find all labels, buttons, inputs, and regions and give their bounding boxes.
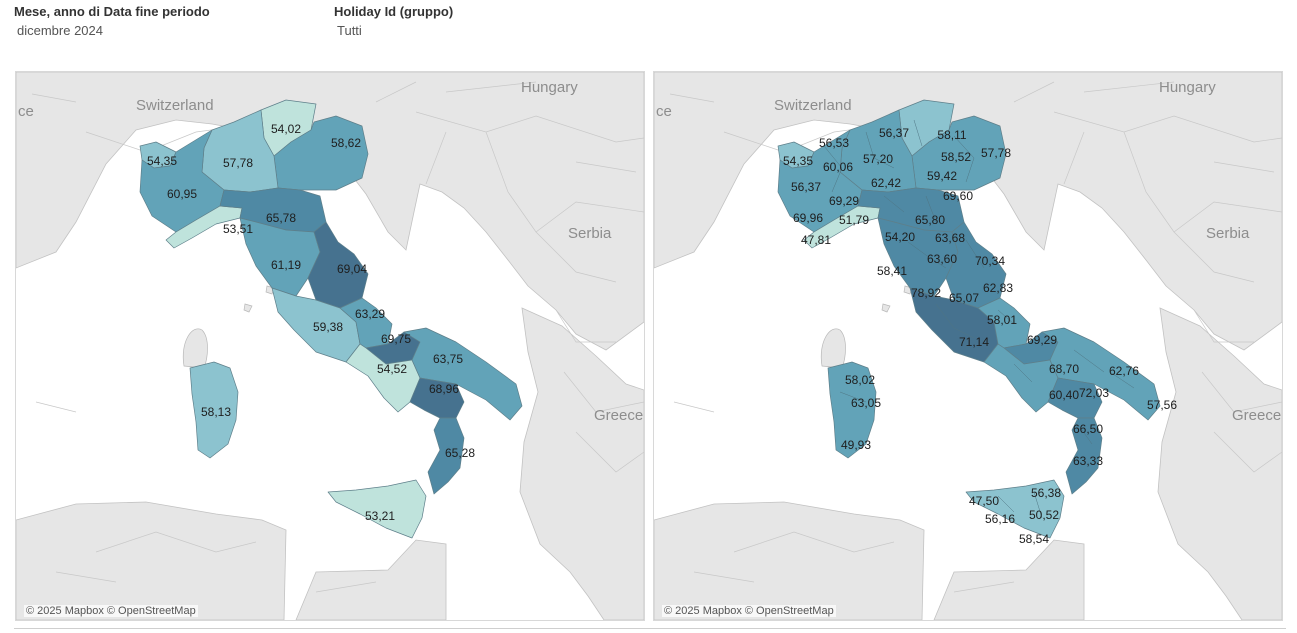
map-right[interactable]: Switzerland Hungary Serbia Greece ce 56,… (653, 71, 1283, 621)
filter-month-value[interactable]: dicembre 2024 (14, 23, 210, 38)
value-label: 58,01 (987, 313, 1017, 327)
map-attribution-right[interactable]: © 2025 Mapbox © OpenStreetMap (662, 605, 836, 617)
value-label: 58,52 (941, 150, 971, 164)
value-label: 47,50 (969, 494, 999, 508)
value-label: 57,20 (863, 152, 893, 166)
country-label-hungary: Hungary (521, 79, 578, 96)
value-label: 56,37 (879, 126, 909, 140)
value-label: 57,78 (981, 146, 1011, 160)
value-label: 49,93 (841, 438, 871, 452)
value-label: 57,56 (1147, 398, 1177, 412)
value-label: 59,38 (313, 320, 343, 334)
value-label: 59,42 (927, 169, 957, 183)
filter-month-label: Mese, anno di Data fine periodo (14, 4, 210, 19)
value-label: 47,81 (801, 233, 831, 247)
value-label: 69,29 (1027, 333, 1057, 347)
value-label: 58,02 (845, 373, 875, 387)
value-label: 58,54 (1019, 532, 1049, 546)
country-label-greece: Greece (1232, 407, 1281, 424)
value-label: 53,21 (365, 509, 395, 523)
value-label: 63,60 (927, 252, 957, 266)
value-label: 60,95 (167, 187, 197, 201)
country-label-partial: ce (656, 103, 672, 120)
country-label-switzerland: Switzerland (774, 97, 852, 114)
country-label-serbia: Serbia (1206, 225, 1250, 242)
value-label: 61,19 (271, 258, 301, 272)
country-label-switzerland: Switzerland (136, 97, 214, 114)
value-label: 54,02 (271, 122, 301, 136)
country-label-hungary: Hungary (1159, 79, 1216, 96)
filter-holiday-value[interactable]: Tutti (334, 23, 453, 38)
value-label: 68,96 (429, 382, 459, 396)
value-label: 69,60 (943, 189, 973, 203)
bottom-divider (14, 628, 1286, 629)
value-label: 63,29 (355, 307, 385, 321)
country-label-serbia: Serbia (568, 225, 612, 242)
value-label: 50,52 (1029, 508, 1059, 522)
value-label: 65,28 (445, 446, 475, 460)
country-label-partial: ce (18, 103, 34, 120)
value-label: 56,16 (985, 512, 1015, 526)
value-label: 58,13 (201, 405, 231, 419)
value-label: 68,70 (1049, 362, 1079, 376)
value-label: 62,83 (983, 281, 1013, 295)
value-label: 62,42 (871, 176, 901, 190)
map-attribution-left[interactable]: © 2025 Mapbox © OpenStreetMap (24, 605, 198, 617)
value-label: 58,11 (937, 128, 966, 142)
value-label: 71,14 (959, 335, 989, 349)
value-label: 56,38 (1031, 486, 1061, 500)
value-label: 69,04 (337, 262, 367, 276)
value-label: 56,53 (819, 136, 849, 150)
value-label: 51,79 (839, 213, 869, 227)
value-label: 54,35 (783, 154, 813, 168)
value-label: 54,20 (885, 230, 915, 244)
value-label: 69,75 (381, 332, 411, 346)
value-label: 66,50 (1073, 422, 1103, 436)
value-label: 69,96 (793, 211, 823, 225)
value-label: 63,68 (935, 231, 965, 245)
value-label: 70,34 (975, 254, 1005, 268)
value-label: 54,35 (147, 154, 177, 168)
value-label: 72,03 (1079, 386, 1109, 400)
value-label: 65,78 (266, 211, 296, 225)
value-label: 60,06 (823, 160, 853, 174)
value-label: 60,40 (1049, 388, 1079, 402)
value-label: 69,29 (829, 194, 859, 208)
value-label: 65,07 (949, 291, 979, 305)
value-label: 53,51 (223, 222, 253, 236)
value-label: 65,80 (915, 213, 945, 227)
filter-month: Mese, anno di Data fine periodo dicembre… (14, 4, 210, 38)
value-label: 62,76 (1109, 364, 1139, 378)
value-label: 58,41 (877, 264, 907, 278)
value-label: 57,78 (223, 156, 253, 170)
value-label: 54,52 (377, 362, 407, 376)
value-label: 63,05 (851, 396, 881, 410)
map-left[interactable]: Switzerland Hungary Serbia Greece ce 54,… (15, 71, 645, 621)
value-label: 63,75 (433, 352, 463, 366)
value-label: 56,37 (791, 180, 821, 194)
value-label: 78,92 (911, 286, 941, 300)
country-label-greece: Greece (594, 407, 643, 424)
value-label: 63,33 (1073, 454, 1103, 468)
filter-holiday: Holiday Id (gruppo) Tutti (334, 4, 453, 38)
filter-holiday-label: Holiday Id (gruppo) (334, 4, 454, 19)
value-label: 58,62 (331, 136, 361, 150)
